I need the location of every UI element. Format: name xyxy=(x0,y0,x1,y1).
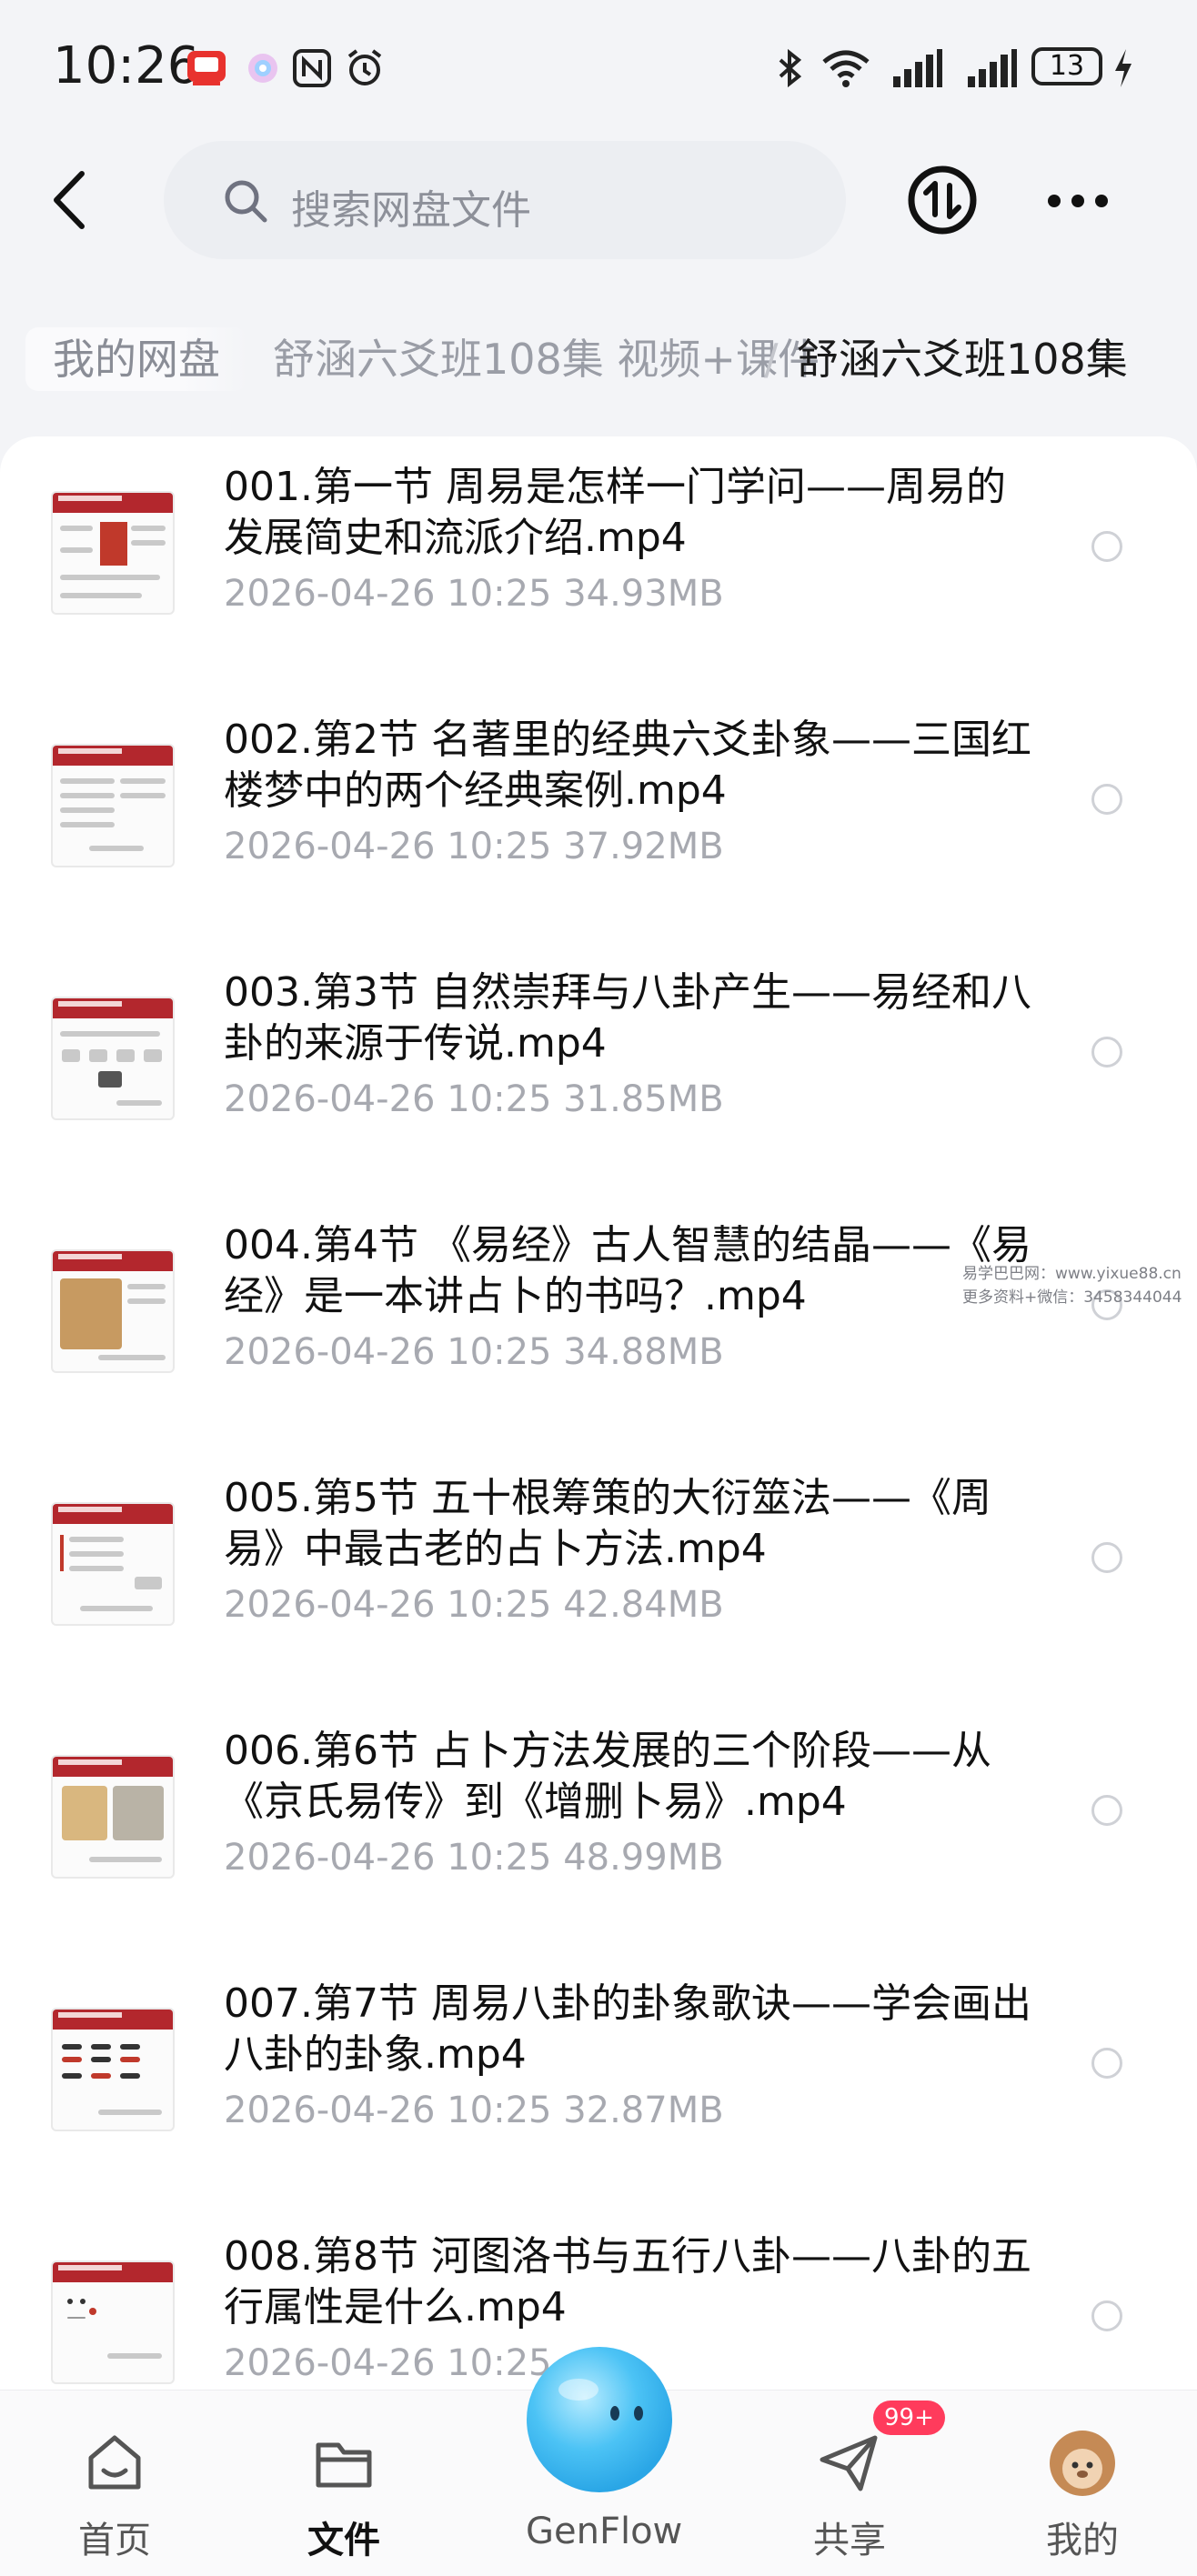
bluetooth-icon xyxy=(779,48,802,88)
home-icon xyxy=(88,2435,141,2490)
video-thumbnail xyxy=(51,2008,175,2131)
status-bar: 10:26 13 xyxy=(0,0,1197,136)
assistant-icon xyxy=(248,54,277,83)
nav-files-label: 文件 xyxy=(307,2520,380,2561)
file-title: 003.第3节 自然崇拜与八卦产生——易经和八卦的来源于传说.mp4 xyxy=(224,969,1031,1067)
file-meta: 2026-04-26 10:25 48.99MB xyxy=(224,1837,724,1879)
status-time: 10:26 xyxy=(53,36,200,95)
select-checkbox[interactable] xyxy=(1091,2300,1122,2331)
file-meta: 2026-04-26 10:25 31.85MB xyxy=(224,1078,724,1120)
battery-level: 13 xyxy=(1049,50,1085,82)
file-title: 007.第7节 周易八卦的卦象歌诀——学会画出八卦的卦象.mp4 xyxy=(224,1980,1031,2078)
file-meta: 2026-04-26 10:25 37.92MB xyxy=(224,826,724,867)
watermark-line: 易学巴巴网：www.yixue88.cn xyxy=(962,1265,1182,1283)
avatar xyxy=(1050,2431,1115,2496)
file-item[interactable]: 003.第3节 自然崇拜与八卦产生——易经和八卦的来源于传说.mp4 2026-… xyxy=(0,942,1197,1195)
video-thumbnail xyxy=(51,1755,175,1879)
file-item[interactable]: 004.第4节 《易经》古人智慧的结晶——《易经》是一本讲占卜的书吗？.mp4 … xyxy=(0,1195,1197,1448)
select-checkbox[interactable] xyxy=(1091,1037,1122,1067)
breadcrumb-separator: / xyxy=(764,335,779,384)
watermark: 易学巴巴网：www.yixue88.cn 更多资料+微信：3458344044 xyxy=(962,1262,1190,1309)
file-item[interactable]: 006.第6节 占卜方法发展的三个阶段——从《京氏易传》到《增删卜易》.mp4 … xyxy=(0,1700,1197,1953)
video-thumbnail xyxy=(51,491,175,615)
breadcrumb-parent[interactable]: 舒涵六爻班108集 视频+课件 xyxy=(273,327,820,391)
nav-share[interactable]: 共享 xyxy=(777,2427,922,2563)
nav-me-label: 我的 xyxy=(1046,2520,1119,2561)
select-checkbox[interactable] xyxy=(1091,531,1122,562)
nav-share-label: 共享 xyxy=(813,2520,886,2561)
file-item[interactable]: 007.第7节 周易八卦的卦象歌诀——学会画出八卦的卦象.mp4 2026-04… xyxy=(0,1953,1197,2206)
file-list: 001.第一节 周易是怎样一门学问——周易的发展简史和流派介绍.mp4 2026… xyxy=(0,436,1197,2401)
signal-icon xyxy=(893,49,942,87)
app-notification-icon xyxy=(187,51,226,85)
video-thumbnail xyxy=(51,1502,175,1626)
charging-icon xyxy=(1115,49,1132,87)
file-title: 005.第5节 五十根筹策的大衍筮法——《周易》中最古老的占卜方法.mp4 xyxy=(224,1475,991,1572)
share-badge: 99+ xyxy=(873,2401,945,2435)
file-item[interactable]: 005.第5节 五十根筹策的大衍筮法——《周易》中最古老的占卜方法.mp4 20… xyxy=(0,1448,1197,1700)
nav-me[interactable]: 我的 xyxy=(1010,2427,1155,2563)
select-checkbox[interactable] xyxy=(1091,1795,1122,1826)
battery-icon: 13 xyxy=(1031,47,1102,85)
file-item[interactable]: 002.第2节 名著里的经典六爻卦象——三国红楼梦中的两个经典案例.mp4 20… xyxy=(0,689,1197,942)
back-arrow-icon[interactable] xyxy=(47,168,91,232)
video-thumbnail xyxy=(51,997,175,1120)
nav-genflow-label: GenFlow xyxy=(526,2511,683,2552)
select-checkbox[interactable] xyxy=(1091,2048,1122,2079)
nav-home-label: 首页 xyxy=(78,2520,151,2561)
watermark-line: 更多资料+微信：3458344044 xyxy=(962,1288,1182,1307)
file-meta: 2026-04-26 10:25 34.93MB xyxy=(224,573,724,615)
search-input[interactable]: 搜索网盘文件 xyxy=(164,141,846,259)
file-title: 004.第4节 《易经》古人智慧的结晶——《易经》是一本讲占卜的书吗？.mp4 xyxy=(224,1222,1031,1319)
file-meta: 2026-04-26 10:25 34.88MB xyxy=(224,1331,724,1373)
genflow-orb-icon[interactable] xyxy=(524,2344,675,2495)
signal-icon-2 xyxy=(968,49,1017,87)
file-meta: 2026-04-26 10:25 42.84MB xyxy=(224,1584,724,1626)
more-options-icon[interactable] xyxy=(1046,193,1110,209)
alarm-icon xyxy=(347,49,382,85)
select-checkbox[interactable] xyxy=(1091,784,1122,815)
nav-home[interactable]: 首页 xyxy=(42,2427,187,2563)
breadcrumb-current: 舒涵六爻班108集 xyxy=(797,335,1128,384)
select-checkbox[interactable] xyxy=(1091,1542,1122,1573)
search-icon xyxy=(225,180,267,223)
file-meta: 2026-04-26 10:25 32.87MB xyxy=(224,2090,724,2131)
send-icon xyxy=(820,2435,878,2491)
breadcrumb-root[interactable]: 我的网盘 xyxy=(25,327,247,391)
breadcrumb: 舒涵六爻班108集 视频+课件 我的网盘 / 舒涵六爻班108集 xyxy=(0,318,1197,400)
search-placeholder: 搜索网盘文件 xyxy=(291,187,531,234)
file-title: 006.第6节 占卜方法发展的三个阶段——从《京氏易传》到《增删卜易》.mp4 xyxy=(224,1728,991,1825)
video-thumbnail xyxy=(51,744,175,867)
nav-files[interactable]: 文件 xyxy=(271,2427,417,2563)
folder-icon xyxy=(316,2442,372,2488)
transfer-icon[interactable] xyxy=(906,164,979,236)
file-title: 008.第8节 河图洛书与五行八卦——八卦的五行属性是什么.mp4 xyxy=(224,2233,1031,2330)
file-item[interactable]: 001.第一节 周易是怎样一门学问——周易的发展简史和流派介绍.mp4 2026… xyxy=(0,436,1197,689)
file-meta: 2026-04-26 10:25 xyxy=(224,2342,552,2384)
video-thumbnail xyxy=(51,2260,175,2384)
wifi-icon xyxy=(822,50,870,87)
file-title: 002.第2节 名著里的经典六爻卦象——三国红楼梦中的两个经典案例.mp4 xyxy=(224,717,1031,814)
file-title: 001.第一节 周易是怎样一门学问——周易的发展简史和流派介绍.mp4 xyxy=(224,464,1006,561)
nfc-icon xyxy=(293,49,331,87)
video-thumbnail xyxy=(51,1249,175,1373)
